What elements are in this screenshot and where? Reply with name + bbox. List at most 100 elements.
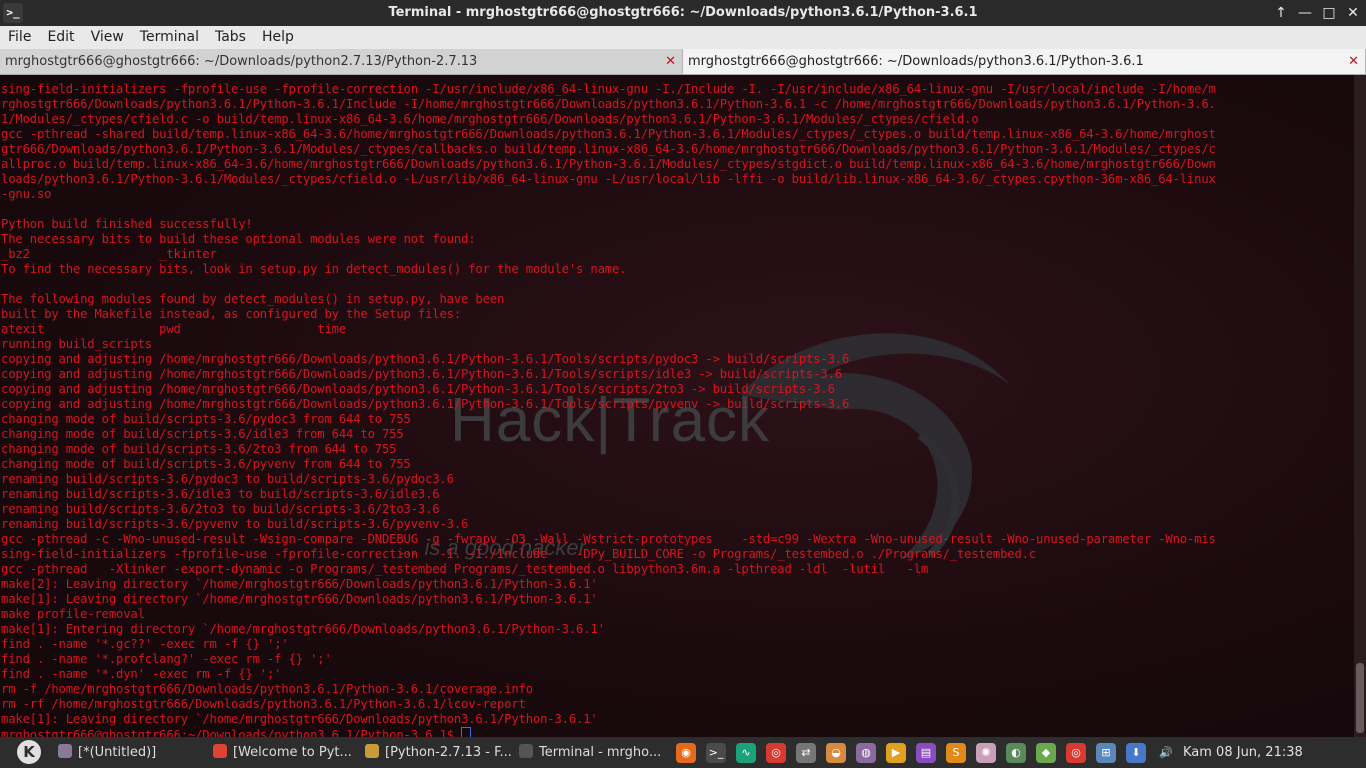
terminal-line: copying and adjusting /home/mrghostgtr66… [1, 397, 850, 411]
terminal-line: make[1]: Entering directory `/home/mrgho… [1, 622, 605, 636]
terminal-line: renaming build/scripts-3.6/idle3 to buil… [1, 487, 440, 501]
terminal-line: The following modules found by detect_mo… [1, 292, 505, 306]
atom-icon[interactable]: ✺ [976, 743, 996, 763]
terminal-line: changing mode of build/scripts-3.6/pyven… [1, 457, 411, 471]
terminal-lines: sing-field-initializers -fprofile-use -f… [1, 82, 1216, 737]
terminal-line: rghostgtr666/Downloads/python3.6.1/Pytho… [1, 97, 1216, 111]
chrome-tray-icon[interactable]: ◎ [1066, 743, 1086, 763]
terminal-line: sing-field-initializers -fprofile-use -f… [1, 547, 1036, 561]
menu-view[interactable]: View [83, 26, 132, 45]
taskbar-task[interactable]: [Welcome to Pyt... [213, 737, 361, 768]
taskbar-task[interactable]: [*(Untitled)] [58, 737, 208, 768]
webcam-icon[interactable]: ◍ [856, 743, 876, 763]
arrow-up-icon[interactable]: ↑ [1272, 4, 1290, 22]
terminal-line: gcc -pthread -Xlinker -export-dynamic -o… [1, 562, 929, 576]
terminal-line: find . -name '*.profclang?' -exec rm -f … [1, 652, 332, 666]
text-editor-icon [58, 744, 72, 758]
network-share-icon[interactable]: ⇄ [796, 743, 816, 763]
tab-label: mrghostgtr666@ghostgtr666: ~/Downloads/p… [688, 54, 1144, 69]
chrome-icon [213, 744, 227, 758]
terminal-line: _bz2 _tkinter [1, 247, 217, 261]
taskbar-task-label: [Python-2.7.13 - F... [385, 745, 512, 760]
terminal-line: make profile-removal [1, 607, 145, 621]
menu-edit[interactable]: Edit [39, 26, 82, 45]
chrome-icon[interactable]: ◎ [766, 743, 786, 763]
close-window-icon[interactable]: ✕ [1344, 4, 1362, 22]
taskbar-task-label: [*(Untitled)] [78, 745, 157, 760]
android-icon[interactable]: ◆ [1036, 743, 1056, 763]
terminal-line: make[1]: Leaving directory `/home/mrghos… [1, 592, 598, 606]
terminal-icon [519, 744, 533, 758]
terminal-line: -gnu.so [1, 187, 52, 201]
terminal-line: built by the Makefile instead, as config… [1, 307, 461, 321]
terminal-line: copying and adjusting /home/mrghostgtr66… [1, 367, 842, 381]
globe-icon[interactable]: ◐ [1006, 743, 1026, 763]
terminal-line: allproc.o build/temp.linux-x86_64-3.6/ho… [1, 157, 1216, 171]
terminal-line: changing mode of build/scripts-3.6/2to3 … [1, 442, 397, 456]
start-menu-icon[interactable]: K [17, 740, 41, 764]
tab-bar: mrghostgtr666@ghostgtr666: ~/Downloads/p… [0, 49, 1366, 75]
terminal-line: gcc -pthread -shared build/temp.linux-x8… [1, 127, 1216, 141]
terminal-prompt[interactable]: mrghostgtr666@ghostgtr666:~/Downloads/py… [1, 727, 1216, 737]
taskbar-task[interactable]: Terminal - mrgho... [519, 737, 669, 768]
menu-help[interactable]: Help [254, 26, 302, 45]
close-tab-icon[interactable]: ✕ [1348, 49, 1359, 74]
terminal-line: renaming build/scripts-3.6/pyvenv to bui… [1, 517, 469, 531]
terminal-line: find . -name '*.gc??' -exec rm -f {} ';' [1, 637, 289, 651]
terminal-line: renaming build/scripts-3.6/pydoc3 to bui… [1, 472, 454, 486]
terminal-scrollbar[interactable] [1354, 75, 1366, 737]
terminal-line: 1/Modules/_ctypes/cfield.c -o build/temp… [1, 112, 979, 126]
menu-tabs[interactable]: Tabs [207, 26, 254, 45]
taskbar-task-label: Terminal - mrgho... [539, 745, 662, 760]
terminal-line: changing mode of build/scripts-3.6/pydoc… [1, 412, 411, 426]
terminal-line: make[2]: Leaving directory `/home/mrghos… [1, 577, 598, 591]
text-cursor [461, 727, 471, 737]
menu-bar: File Edit View Terminal Tabs Help [0, 26, 1366, 49]
menu-terminal[interactable]: Terminal [132, 26, 207, 45]
taskbar: K [*(Untitled)] [Welcome to Pyt... [Python… [0, 737, 1366, 768]
system-monitor-icon[interactable]: ∿ [736, 743, 756, 763]
terminal-line: sing-field-initializers -fprofile-use -f… [1, 82, 1216, 96]
terminal-line: atexit pwd time [1, 322, 346, 336]
minimize-icon[interactable]: — [1296, 4, 1314, 22]
terminal-line: Python build finished successfully! [1, 217, 253, 231]
terminal-line: make[1]: Leaving directory `/home/mrghos… [1, 712, 598, 726]
terminal-line: changing mode of build/scripts-3.6/idle3… [1, 427, 404, 441]
window-titlebar: >_ Terminal - mrghostgtr666@ghostgtr666:… [0, 0, 1366, 26]
document-viewer-icon[interactable]: ▤ [916, 743, 936, 763]
menu-file[interactable]: File [0, 26, 39, 45]
terminal-icon[interactable]: >_ [706, 743, 726, 763]
terminal-line: renaming build/scripts-3.6/2to3 to build… [1, 502, 440, 516]
terminal-output[interactable]: Hack|Track ... is a good hacker sing-fie… [0, 75, 1354, 737]
clock[interactable]: Kam 08 Jun, 21:38 [1183, 737, 1303, 768]
network-icon[interactable]: ⊞ [1096, 743, 1116, 763]
firefox-icon[interactable]: ◉ [676, 743, 696, 763]
download-icon[interactable]: ⬇ [1126, 743, 1146, 763]
terminal-line: copying and adjusting /home/mrghostgtr66… [1, 352, 850, 366]
volume-icon[interactable]: 🔊 [1156, 743, 1176, 763]
scrollbar-thumb[interactable] [1356, 663, 1364, 733]
cake-icon[interactable]: ◒ [826, 743, 846, 763]
terminal-line: copying and adjusting /home/mrghostgtr66… [1, 382, 835, 396]
media-player-icon[interactable]: ▶ [886, 743, 906, 763]
terminal-line: loads/python3.6.1/Python-3.6.1/Modules/_… [1, 172, 1216, 186]
terminal-line: rm -rf /home/mrghostgtr666/Downloads/pyt… [1, 697, 526, 711]
terminal-line: gtr666/Downloads/python3.6.1/Python-3.6.… [1, 142, 1216, 156]
taskbar-task-label: [Welcome to Pyt... [233, 745, 352, 760]
maximize-icon[interactable]: □ [1320, 4, 1338, 22]
terminal-line: gcc -pthread -c -Wno-unused-result -Wsig… [1, 532, 1216, 546]
folder-icon [365, 744, 379, 758]
tab-python-3-6-1[interactable]: mrghostgtr666@ghostgtr666: ~/Downloads/p… [683, 49, 1366, 74]
close-tab-icon[interactable]: ✕ [665, 49, 676, 74]
taskbar-task[interactable]: [Python-2.7.13 - F... [365, 737, 515, 768]
window-title: Terminal - mrghostgtr666@ghostgtr666: ~/… [388, 5, 978, 20]
terminal-line: To find the necessary bits, look in setu… [1, 262, 627, 276]
tab-python-2-7-13[interactable]: mrghostgtr666@ghostgtr666: ~/Downloads/p… [0, 49, 683, 74]
sublime-icon[interactable]: S [946, 743, 966, 763]
terminal-line: rm -f /home/mrghostgtr666/Downloads/pyth… [1, 682, 533, 696]
terminal-line: running build_scripts [1, 337, 152, 351]
terminal-line: find . -name '*.dyn' -exec rm -f {} ';' [1, 667, 282, 681]
tab-label: mrghostgtr666@ghostgtr666: ~/Downloads/p… [5, 54, 478, 69]
